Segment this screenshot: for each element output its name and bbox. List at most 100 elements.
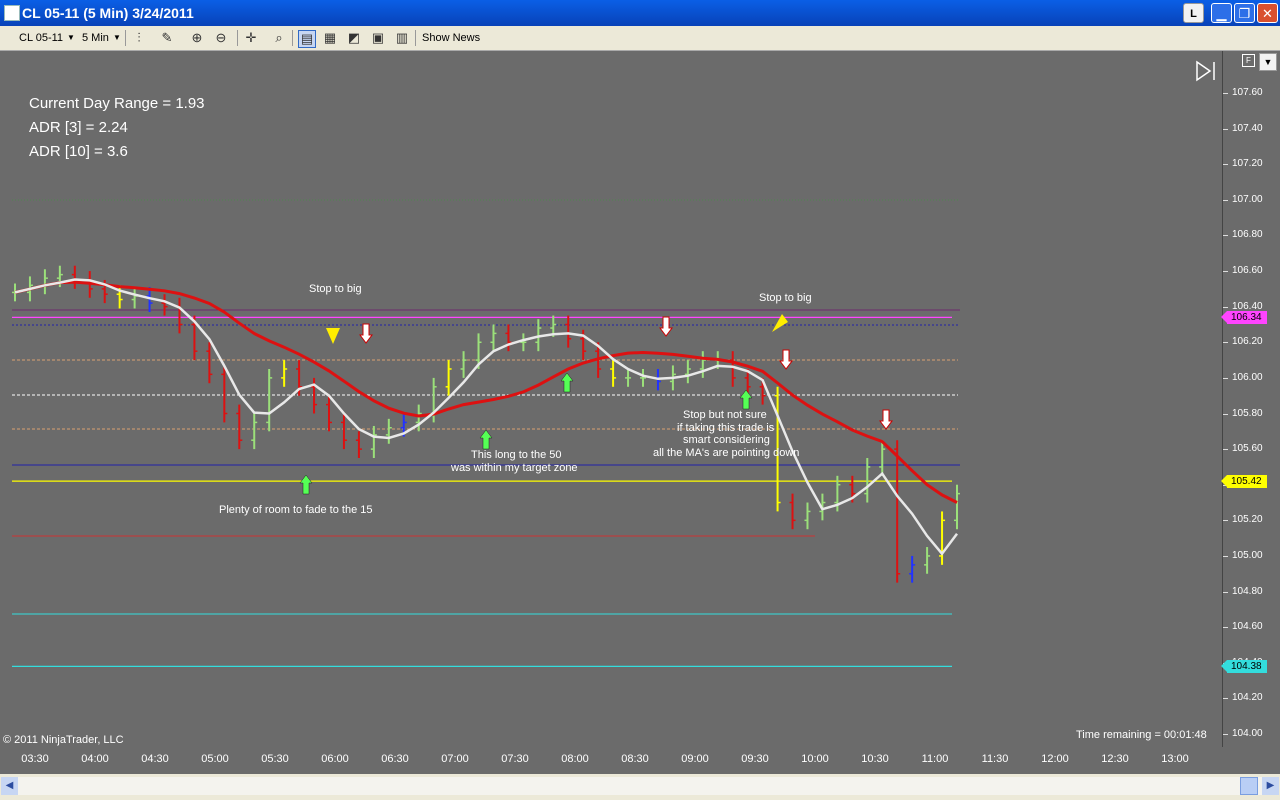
annotation-stop-to-big-2: Stop to big bbox=[759, 292, 812, 304]
time-remaining-text: Time remaining = 00:01:48 bbox=[1076, 729, 1207, 741]
annotation-not-sure-line4: all the MA's are pointing down bbox=[653, 447, 800, 459]
horizontal-scrollbar[interactable]: ◀ ▶ bbox=[0, 774, 1280, 800]
price-label: 105.00 bbox=[1232, 549, 1263, 561]
price-label: 106.60 bbox=[1232, 265, 1263, 277]
price-tick bbox=[1223, 93, 1228, 94]
time-label: 08:30 bbox=[621, 753, 649, 765]
time-label: 05:30 bbox=[261, 753, 289, 765]
up-arrow-icon bbox=[299, 474, 313, 495]
maximize-button[interactable]: ❐ bbox=[1234, 3, 1255, 23]
zoom-in-icon[interactable]: ⊕ bbox=[189, 30, 205, 46]
time-label: 07:00 bbox=[441, 753, 469, 765]
data-box-icon[interactable]: ▤ bbox=[298, 30, 316, 48]
chart-canvas bbox=[12, 199, 960, 667]
minimize-button[interactable]: ▁ bbox=[1211, 3, 1232, 23]
scroll-thumb[interactable] bbox=[1240, 777, 1258, 795]
time-label: 04:30 bbox=[141, 753, 169, 765]
chevron-down-icon[interactable]: ▼ bbox=[1259, 53, 1277, 71]
interval-selector[interactable]: 5 Min bbox=[82, 29, 109, 47]
price-label: 104.20 bbox=[1232, 692, 1263, 704]
price-tick bbox=[1223, 199, 1228, 201]
f-button[interactable]: F bbox=[1242, 54, 1255, 67]
price-tick bbox=[1223, 128, 1228, 130]
down-arrow-icon bbox=[659, 316, 673, 337]
time-label: 09:00 bbox=[681, 753, 709, 765]
time-label: 05:00 bbox=[201, 753, 229, 765]
price-label: 106.20 bbox=[1232, 336, 1263, 348]
time-label: 03:30 bbox=[21, 753, 49, 765]
copyright-text: © 2011 NinjaTrader, LLC bbox=[3, 734, 124, 746]
instrument-selector[interactable]: CL 05-11 bbox=[19, 29, 63, 47]
chevron-down-icon[interactable]: ▼ bbox=[113, 29, 121, 47]
scroll-track[interactable] bbox=[18, 777, 1262, 795]
price-label: 105.80 bbox=[1232, 407, 1263, 419]
time-label: 07:30 bbox=[501, 753, 529, 765]
price-tick bbox=[1223, 698, 1228, 700]
pencil-icon[interactable]: ✎ bbox=[159, 30, 175, 46]
scroll-to-end-icon[interactable] bbox=[1195, 60, 1219, 82]
time-label: 08:00 bbox=[561, 753, 589, 765]
scroll-left-icon[interactable]: ◀ bbox=[1, 777, 18, 795]
price-label: 107.00 bbox=[1232, 193, 1263, 205]
price-tick bbox=[1223, 449, 1228, 451]
price-tick bbox=[1223, 520, 1228, 522]
indicators-icon[interactable]: ▦ bbox=[322, 30, 338, 46]
price-tick bbox=[1223, 555, 1228, 557]
scroll-right-icon[interactable]: ▶ bbox=[1262, 777, 1279, 795]
time-label: 12:30 bbox=[1101, 753, 1129, 765]
time-label: 06:30 bbox=[381, 753, 409, 765]
properties-icon[interactable]: ▣ bbox=[370, 30, 386, 46]
separator bbox=[125, 30, 126, 46]
price-tick bbox=[1223, 627, 1228, 629]
price-label: 105.20 bbox=[1232, 514, 1263, 526]
price-label: 106.80 bbox=[1232, 229, 1263, 241]
strategies-icon[interactable]: ◩ bbox=[346, 30, 362, 46]
price-tick bbox=[1223, 413, 1228, 415]
close-button[interactable]: ✕ bbox=[1257, 3, 1278, 23]
bar-type-icon[interactable]: ⫶ bbox=[131, 30, 147, 46]
show-news-button[interactable]: Show News bbox=[422, 29, 480, 47]
price-tick bbox=[1223, 271, 1228, 273]
template-icon[interactable]: ▥ bbox=[394, 30, 410, 46]
price-label: 106.00 bbox=[1232, 371, 1263, 383]
fast-moving-average bbox=[14, 278, 958, 556]
chevron-down-icon[interactable]: ▼ bbox=[67, 29, 75, 47]
price-tick bbox=[1223, 377, 1228, 379]
price-badge: 104.38 bbox=[1221, 659, 1267, 673]
price-tick bbox=[1223, 235, 1228, 237]
time-label: 11:30 bbox=[981, 753, 1009, 765]
time-label: 11:00 bbox=[921, 753, 949, 765]
zoom-out-icon[interactable]: ⊖ bbox=[213, 30, 229, 46]
time-axis: 03:30 04:00 04:30 05:00 05:30 06:00 06:30 07:00… bbox=[0, 747, 1222, 774]
up-arrow-icon bbox=[479, 429, 493, 450]
window-title: CL 05-11 (5 Min) 3/24/2011 bbox=[22, 5, 194, 21]
price-label: 104.60 bbox=[1232, 621, 1263, 633]
adr3-label: ADR [3] = 2.24 bbox=[29, 119, 128, 136]
up-arrow-icon bbox=[560, 372, 574, 393]
crosshair-icon[interactable]: ✛ bbox=[243, 30, 259, 46]
price-label: 105.60 bbox=[1232, 443, 1263, 455]
time-label: 06:00 bbox=[321, 753, 349, 765]
annotation-long-line1: This long to the 50 bbox=[471, 449, 562, 461]
magnifier-icon[interactable]: ⌕ bbox=[271, 30, 287, 46]
price-label: 107.20 bbox=[1232, 158, 1263, 170]
price-tick bbox=[1223, 306, 1228, 308]
annotation-fade: Plenty of room to fade to the 15 bbox=[219, 504, 373, 516]
price-chart[interactable]: Current Day Range = 1.93 ADR [3] = 2.24 … bbox=[0, 51, 1222, 747]
chart-toolbar: CL 05-11 ▼ 5 Min ▼ ⫶ ✎ ⊕ ⊖ ✛ ⌕ ▤ ▦ ◩ ▣ ▥… bbox=[0, 26, 1280, 51]
app-icon bbox=[4, 5, 20, 21]
price-tick bbox=[1223, 164, 1228, 166]
price-tick bbox=[1223, 591, 1228, 593]
link-button[interactable]: L bbox=[1183, 3, 1204, 23]
down-arrow-icon bbox=[879, 409, 893, 430]
up-arrow-icon bbox=[739, 389, 753, 410]
yellow-pointer-icon bbox=[326, 328, 340, 344]
annotation-long-line2: was within my target zone bbox=[451, 462, 578, 474]
price-axis[interactable]: F ▼ 107.60 107.40 107.20 107.00 106.80 106.60… bbox=[1221, 51, 1280, 747]
price-label: 104.80 bbox=[1232, 585, 1263, 597]
current-day-range-label: Current Day Range = 1.93 bbox=[29, 95, 205, 112]
time-label: 09:30 bbox=[741, 753, 769, 765]
price-tick bbox=[1223, 342, 1228, 344]
price-tick bbox=[1223, 734, 1228, 735]
price-label: 107.40 bbox=[1232, 122, 1263, 134]
